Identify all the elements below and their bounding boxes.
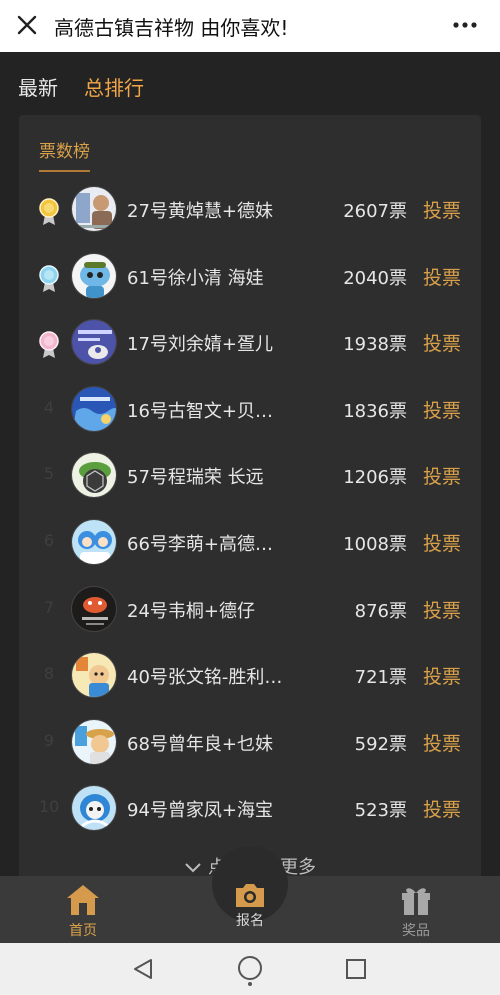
contestant-name: 68号曾年良+乜妹 (127, 734, 273, 755)
vote-button[interactable]: 投票 (423, 662, 461, 689)
contestant-name: 57号程瑞荣 长远 (127, 467, 264, 488)
contestant-name: 16号古智文+贝… (127, 401, 273, 422)
rank-number: 7 (43, 598, 55, 617)
avatar (71, 785, 117, 831)
ranking-row: 5 57号程瑞荣 长远 1206票 投票 (19, 442, 481, 508)
vote-count: 721票 (354, 667, 407, 688)
vote-button[interactable]: 投票 (423, 196, 461, 223)
ranking-row: 4 16号古智文+贝… 1836票 投票 (19, 376, 481, 442)
avatar (71, 253, 117, 299)
vote-button[interactable]: 投票 (423, 795, 461, 822)
avatar (71, 652, 117, 698)
tab-total-ranking[interactable]: 总排行 (84, 72, 144, 101)
vote-count: 2040票 (343, 268, 407, 289)
avatar (71, 319, 117, 365)
rank-number: 6 (43, 531, 55, 550)
contestant-name: 17号刘余婧+疍儿 (127, 334, 273, 355)
close-icon[interactable] (12, 10, 42, 40)
more-dots-icon[interactable] (452, 14, 478, 36)
gold-medal-icon (39, 198, 59, 225)
vote-button[interactable]: 投票 (423, 263, 461, 290)
avatar (71, 186, 117, 232)
tab-home[interactable]: 首页 (33, 876, 133, 943)
home-icon (67, 885, 99, 915)
tab-latest[interactable]: 最新 (18, 72, 58, 101)
ranking-title: 票数榜 (39, 137, 90, 172)
back-triangle-icon[interactable] (131, 957, 155, 981)
blue-medal-icon (39, 265, 59, 292)
vote-button[interactable]: 投票 (423, 462, 461, 489)
rank-number: 5 (43, 464, 55, 483)
ranking-row: 6 66号李萌+高德… 1008票 投票 (19, 509, 481, 575)
avatar (71, 452, 117, 498)
contestant-name: 94号曾家凤+海宝 (127, 800, 273, 821)
signup-button[interactable]: 报名 (212, 846, 288, 929)
contestant-name: 61号徐小清 海娃 (127, 268, 264, 289)
vote-count: 1836票 (343, 401, 407, 422)
rank-number: 4 (43, 398, 55, 417)
home-circle-icon[interactable] (237, 955, 263, 987)
contestant-name: 24号韦桐+德仔 (127, 601, 255, 622)
rank-number: 10 (39, 797, 60, 816)
ranking-row: 8 40号张文铭-胜利… 721票 投票 (19, 642, 481, 708)
sub-nav: 最新 总排行 (0, 52, 500, 114)
avatar (71, 719, 117, 765)
recent-square-icon[interactable] (345, 958, 367, 980)
avatar (71, 586, 117, 632)
avatar (71, 386, 117, 432)
vote-count: 876票 (354, 601, 407, 622)
vote-count: 1008票 (343, 534, 407, 555)
contestant-name: 66号李萌+高德… (127, 534, 273, 555)
title-bar: 高德古镇吉祥物 由你喜欢! (0, 0, 500, 52)
vote-button[interactable]: 投票 (423, 529, 461, 556)
ranking-row: 10 94号曾家凤+海宝 523票 投票 (19, 775, 481, 841)
ranking-row: 7 24号韦桐+德仔 876票 投票 (19, 576, 481, 642)
rank-number: 8 (43, 664, 55, 683)
vote-count: 592票 (354, 734, 407, 755)
vote-button[interactable]: 投票 (423, 596, 461, 623)
pink-medal-icon (39, 331, 59, 358)
ranking-row: 61号徐小清 海娃 2040票 投票 (19, 243, 481, 309)
vote-count: 523票 (354, 800, 407, 821)
camera-icon (236, 884, 264, 907)
gift-icon (402, 888, 430, 915)
tab-prize-label: 奖品 (402, 923, 430, 939)
avatar (71, 519, 117, 565)
android-nav-bar (0, 943, 500, 995)
tab-prize[interactable]: 奖品 (366, 876, 466, 943)
ranking-row: 9 68号曾年良+乜妹 592票 投票 (19, 709, 481, 775)
signup-label: 报名 (236, 913, 264, 929)
vote-button[interactable]: 投票 (423, 396, 461, 423)
vote-button[interactable]: 投票 (423, 729, 461, 756)
window-title: 高德古镇吉祥物 由你喜欢! (54, 16, 289, 40)
tab-home-label: 首页 (69, 923, 97, 939)
ranking-row: 27号黄焯慧+德妹 2607票 投票 (19, 176, 481, 242)
contestant-name: 27号黄焯慧+德妹 (127, 201, 273, 222)
contestant-name: 40号张文铭-胜利… (127, 667, 283, 688)
vote-count: 1206票 (343, 467, 407, 488)
chevron-down-icon (185, 863, 201, 873)
vote-button[interactable]: 投票 (423, 329, 461, 356)
rank-number: 9 (43, 731, 55, 750)
vote-count: 2607票 (343, 201, 407, 222)
vote-count: 1938票 (343, 334, 407, 355)
ranking-row: 17号刘余婧+疍儿 1938票 投票 (19, 309, 481, 375)
ranking-card: 票数榜 27号黄焯慧+德妹 2607票 投票 61号徐小清 海娃 2040票 投… (19, 115, 481, 885)
